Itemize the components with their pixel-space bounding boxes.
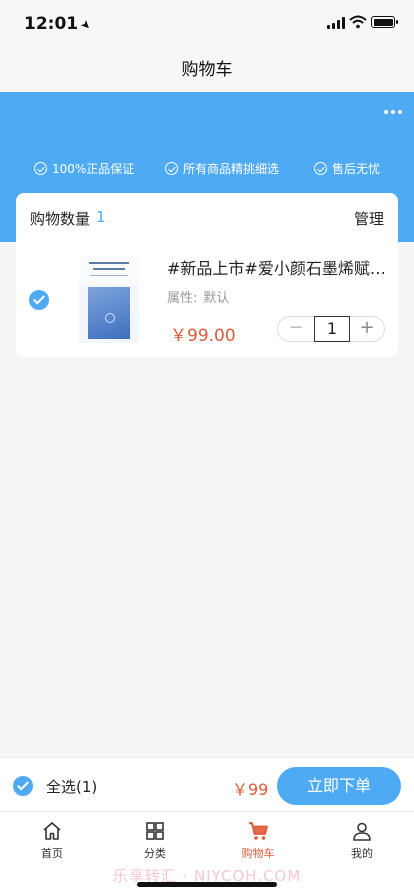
tab-label: 购物车	[241, 847, 275, 860]
cart-count-label: 购物数量	[30, 210, 91, 228]
product-title[interactable]: #新品上市#爱小颜石墨烯赋润…	[167, 255, 387, 279]
total-price: ￥99	[232, 780, 269, 799]
tab-category[interactable]: 分类	[120, 820, 190, 861]
place-order-button[interactable]: 立即下单	[277, 767, 401, 805]
status-time: 12:01➤	[24, 14, 95, 34]
manage-button[interactable]: 管理	[354, 208, 384, 229]
tab-home[interactable]: 首页	[17, 820, 87, 861]
tab-cart[interactable]: 购物车	[223, 820, 293, 861]
item-checkbox[interactable]	[29, 290, 49, 310]
product-image[interactable]	[79, 255, 139, 343]
navigation-bar: 购物车	[0, 48, 414, 92]
check-circle-icon	[34, 162, 47, 175]
check-circle-icon	[165, 162, 178, 175]
status-bar: 12:01➤	[0, 0, 414, 48]
tab-label: 我的	[351, 847, 373, 860]
quantity-stepper: − 1 +	[277, 316, 385, 342]
location-icon: ➤	[77, 16, 95, 34]
page-title: 购物车	[181, 60, 233, 80]
cart-card: 购物数量 1 管理 #新品上市#爱小颜石墨烯赋润… 属性: 默认 ￥99.00 −…	[16, 193, 398, 357]
select-all-label[interactable]: 全选(1)	[46, 776, 97, 797]
cart-count-value: 1	[96, 208, 106, 226]
check-circle-icon	[314, 162, 327, 175]
guarantee-list: 100%正品保证 所有商品精挑细选 售后无忧	[0, 160, 414, 178]
user-icon	[353, 822, 371, 841]
cart-card-header: 购物数量 1 管理	[16, 193, 398, 241]
grid-icon	[146, 822, 164, 840]
more-options-icon[interactable]	[384, 110, 402, 114]
product-price: ￥99.00	[170, 326, 236, 346]
guarantee-after-sales: 售后无忧	[314, 160, 380, 177]
cart-icon	[249, 822, 268, 840]
product-attribute: 属性: 默认	[167, 291, 230, 306]
home-indicator	[137, 882, 277, 887]
tab-profile[interactable]: 我的	[327, 820, 397, 861]
guarantee-curated: 所有商品精挑细选	[165, 160, 279, 177]
tab-label: 首页	[41, 847, 63, 860]
select-all-checkbox[interactable]	[13, 776, 33, 796]
battery-icon	[371, 16, 398, 28]
guarantee-authentic: 100%正品保证	[34, 160, 134, 177]
decrease-quantity-button[interactable]: −	[278, 317, 314, 341]
quantity-value[interactable]: 1	[314, 316, 350, 342]
home-icon	[43, 822, 61, 840]
tab-label: 分类	[144, 847, 166, 860]
increase-quantity-button[interactable]: +	[350, 317, 384, 341]
wifi-icon	[349, 15, 367, 29]
cellular-signal-icon	[327, 17, 345, 29]
checkout-bar: 全选(1) ￥99 立即下单	[0, 757, 414, 811]
